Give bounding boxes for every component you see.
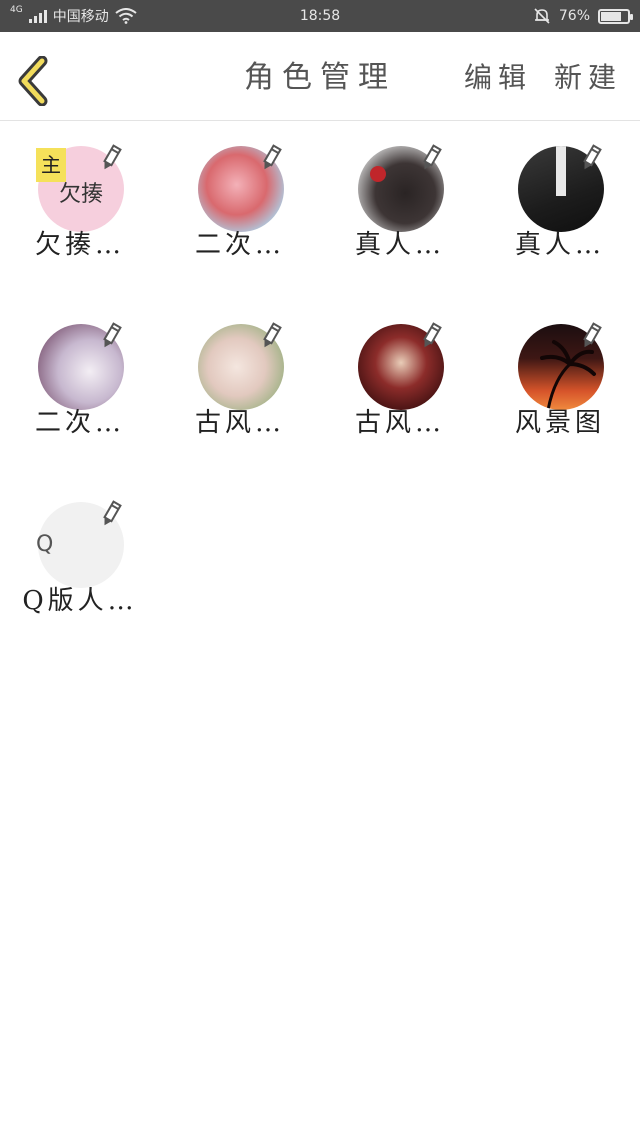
character-item[interactable]: 欠揍 主 欠揍… [0, 120, 160, 290]
avatar-letter: Q [36, 532, 54, 557]
character-name: 真人… [354, 230, 445, 260]
status-bar: 4G 中国移动 18:58 76% [0, 0, 640, 32]
edit-pencil-icon[interactable] [100, 322, 122, 350]
edit-pencil-icon[interactable] [420, 144, 442, 172]
character-item[interactable]: 古风… [160, 298, 320, 468]
character-item[interactable]: 真人… [320, 120, 480, 290]
edit-pencil-icon[interactable] [420, 322, 442, 350]
edit-pencil-icon[interactable] [100, 144, 122, 172]
new-button[interactable]: 新建 [554, 32, 622, 120]
character-name: 古风… [194, 408, 285, 438]
edit-pencil-icon[interactable] [260, 144, 282, 172]
silent-bell-icon [534, 8, 550, 24]
page-title: 角色管理 [244, 60, 396, 95]
avatar-shirt [556, 146, 566, 196]
edit-button[interactable]: 编辑 [464, 32, 532, 120]
character-name: 二次… [194, 230, 285, 260]
status-right: 76% [533, 0, 633, 32]
battery-icon [598, 8, 633, 24]
character-name: 欠揍… [34, 230, 125, 260]
nav-bar: 角色管理 编辑 新建 [0, 32, 640, 121]
battery-percent: 76% [558, 8, 590, 24]
character-item[interactable]: Q Q版人… [0, 476, 160, 646]
main-role-badge: 主 [36, 148, 66, 182]
character-name: 二次… [34, 408, 125, 438]
character-item[interactable]: 古风… [320, 298, 480, 468]
character-item[interactable]: 风景图 [480, 298, 640, 468]
avatar-rose [370, 166, 386, 182]
character-name: 古风… [354, 408, 445, 438]
edit-pencil-icon[interactable] [100, 500, 122, 528]
character-item[interactable]: 二次… [0, 298, 160, 468]
edit-pencil-icon[interactable] [260, 322, 282, 350]
character-name: Q版人… [22, 586, 138, 616]
edit-pencil-icon[interactable] [580, 322, 602, 350]
character-item[interactable]: 二次… [160, 120, 320, 290]
character-name: 真人… [514, 230, 605, 260]
character-item[interactable]: 真人… [480, 120, 640, 290]
edit-pencil-icon[interactable] [580, 144, 602, 172]
battery-fill [601, 11, 621, 21]
character-name: 风景图 [514, 408, 605, 438]
